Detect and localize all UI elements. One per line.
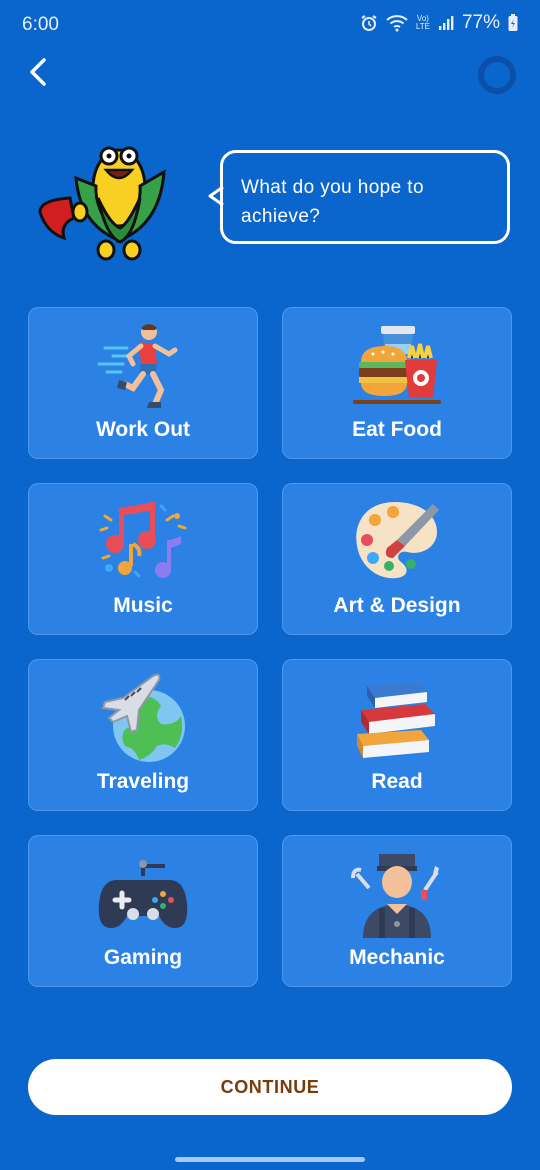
prompt-text: What do you hope to achieve? — [241, 177, 424, 227]
paint-palette-icon — [356, 502, 439, 579]
runner-icon — [97, 324, 178, 408]
continue-button[interactable]: CONTINUE — [28, 1059, 512, 1115]
wifi-icon — [386, 15, 408, 32]
goal-options-grid: Work Out Eat Food Music Art & Design Tra… — [28, 307, 512, 987]
books-icon — [357, 682, 435, 758]
speech-bubble: What do you hope to achieve? — [220, 150, 510, 244]
option-read[interactable]: Read — [282, 659, 512, 811]
option-music[interactable]: Music — [28, 483, 258, 635]
option-label: Art & Design — [333, 594, 461, 617]
battery-percent: 77% — [461, 12, 500, 33]
volte-indicator: Vo) LTE — [416, 15, 430, 31]
option-art-design[interactable]: Art & Design — [282, 483, 512, 635]
option-label: Music — [113, 594, 173, 617]
option-mechanic[interactable]: Mechanic — [282, 835, 512, 987]
option-eat-food[interactable]: Eat Food — [282, 307, 512, 459]
option-work-out[interactable]: Work Out — [28, 307, 258, 459]
option-label: Read — [371, 770, 423, 793]
status-icons: Vo) LTE 77% — [360, 12, 518, 34]
alarm-icon — [361, 15, 377, 31]
option-traveling[interactable]: Traveling — [28, 659, 258, 811]
status-bar: 6:00 Vo) LTE 77% — [0, 0, 540, 50]
option-label: Mechanic — [349, 946, 445, 969]
corn-mascot-icon — [38, 146, 166, 261]
mechanic-icon — [351, 854, 439, 938]
option-label: Gaming — [103, 946, 183, 969]
back-button[interactable] — [18, 52, 58, 92]
battery-charging-icon — [508, 14, 518, 31]
option-label: Work Out — [95, 418, 191, 441]
lte-label: LTE — [415, 22, 430, 31]
option-label: Traveling — [96, 770, 190, 793]
chevron-left-icon — [30, 58, 46, 86]
airplane-globe-icon — [101, 673, 185, 762]
gamepad-icon — [98, 860, 188, 928]
music-notes-icon — [99, 502, 187, 578]
signal-icon — [438, 16, 454, 30]
progress-ring-icon — [478, 56, 516, 94]
home-indicator[interactable] — [175, 1157, 365, 1162]
option-gaming[interactable]: Gaming — [28, 835, 258, 987]
fast-food-icon — [353, 326, 441, 404]
option-label: Eat Food — [352, 418, 442, 441]
status-time: 6:00 — [22, 14, 59, 35]
